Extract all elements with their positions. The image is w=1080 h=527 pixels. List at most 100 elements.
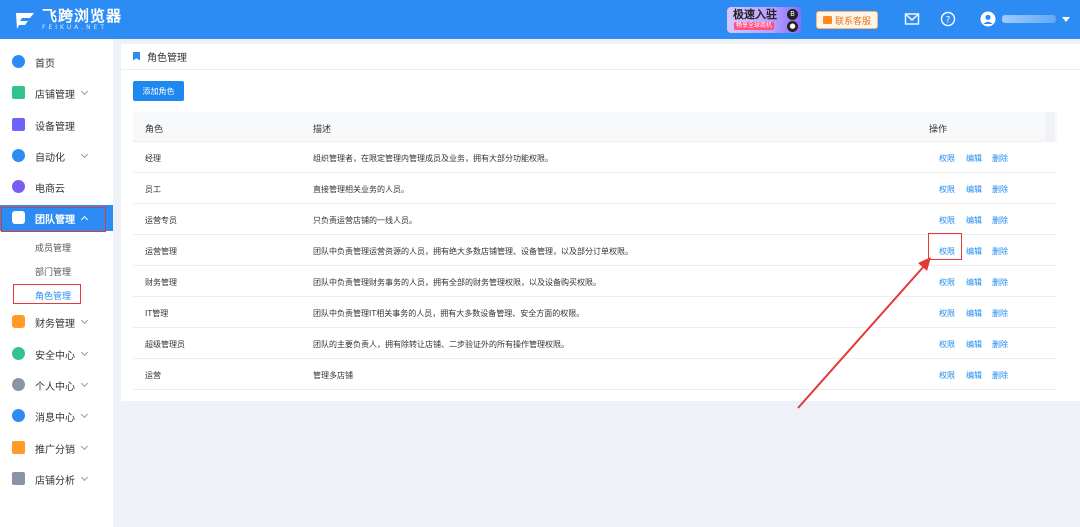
sidebar-item-ecommerce-cloud[interactable]: 电商云 [0, 174, 113, 200]
role-name: 运营 [145, 371, 161, 380]
role-name: 财务管理 [145, 278, 177, 287]
divider [121, 69, 1080, 70]
sidebar-item-device[interactable]: 设备管理 [0, 112, 113, 138]
chevron-down-icon [80, 150, 89, 159]
table-scrollbar-gutter [1045, 112, 1055, 142]
sidebar: 首页 店铺管理 设备管理 自动化 电商云 团队管理 成员管理 部门管理 角色管理… [0, 39, 113, 527]
table-row: 经理 组织管理者，在限定管理内管理成员及业务，拥有大部分功能权限。 权限 编辑 … [133, 142, 1057, 173]
delete-link[interactable]: 删除 [992, 370, 1008, 381]
robot-icon [12, 149, 25, 162]
role-name: 员工 [145, 185, 161, 194]
finance-icon [12, 315, 25, 328]
store-icon [12, 86, 25, 99]
edit-link[interactable]: 编辑 [966, 184, 982, 195]
permissions-link[interactable]: 权限 [939, 215, 955, 226]
permissions-link[interactable]: 权限 [939, 339, 955, 350]
bookmark-icon [133, 51, 140, 61]
role-description: 团队中负责管理财务事务的人员，拥有全部的财务管理权限，以及设备购买权限。 [313, 278, 601, 287]
delete-link[interactable]: 删除 [992, 277, 1008, 288]
sidebar-subitem-members[interactable]: 成员管理 [0, 236, 113, 258]
table-row: 超级管理员 团队的主要负责人，拥有除转让店铺、二步验证外的所有操作管理权限。 权… [133, 328, 1057, 359]
permissions-link[interactable]: 权限 [939, 370, 955, 381]
sidebar-item-security[interactable]: 安全中心 [0, 341, 113, 367]
sidebar-subitem-label: 角色管理 [35, 292, 72, 302]
permissions-link[interactable]: 权限 [939, 277, 955, 288]
role-description: 团队中负责管理运营资源的人员，拥有绝大多数店铺管理、设备管理，以及部分订单权限。 [313, 247, 633, 256]
edit-link[interactable]: 编辑 [966, 277, 982, 288]
sidebar-item-finance[interactable]: 财务管理 [0, 309, 113, 335]
edit-link[interactable]: 编辑 [966, 370, 982, 381]
sidebar-item-promotion[interactable]: 推广分销 [0, 435, 113, 461]
permissions-link[interactable]: 权限 [939, 308, 955, 319]
delete-link[interactable]: 删除 [992, 184, 1008, 195]
permissions-link[interactable]: 权限 [939, 246, 955, 257]
promo-title: 极速入驻 [733, 8, 777, 21]
promo-banner[interactable]: 极速入驻 畅享全球商机 B ● [727, 7, 801, 33]
permissions-link[interactable]: 权限 [939, 153, 955, 164]
edit-link[interactable]: 编辑 [966, 308, 982, 319]
delete-link[interactable]: 删除 [992, 339, 1008, 350]
home-icon [12, 55, 25, 68]
mail-icon[interactable] [904, 11, 922, 29]
table-row: 财务管理 团队中负责管理财务事务的人员，拥有全部的财务管理权限，以及设备购买权限… [133, 266, 1057, 297]
column-header-description: 描述 [313, 125, 332, 135]
platform-icon: B [787, 9, 798, 20]
delete-link[interactable]: 删除 [992, 246, 1008, 257]
chevron-down-icon [80, 379, 89, 388]
role-description: 只负责运营店铺的一线人员。 [313, 216, 417, 225]
sidebar-item-label: 安全中心 [35, 350, 75, 362]
sidebar-item-label: 推广分销 [35, 444, 75, 456]
role-name: 运营专员 [145, 216, 177, 225]
sidebar-item-automation[interactable]: 自动化 [0, 143, 113, 169]
delete-link[interactable]: 删除 [992, 215, 1008, 226]
sidebar-subitem-roles[interactable]: 角色管理 [0, 284, 113, 306]
sidebar-subitem-departments[interactable]: 部门管理 [0, 260, 113, 282]
edit-link[interactable]: 编辑 [966, 215, 982, 226]
sidebar-item-label: 自动化 [35, 152, 65, 164]
edit-link[interactable]: 编辑 [966, 339, 982, 350]
role-description: 直接管理相关业务的人员。 [313, 185, 409, 194]
chevron-down-icon [80, 348, 89, 357]
sidebar-item-team[interactable]: 团队管理 [0, 205, 113, 231]
table-row: IT管理 团队中负责管理IT相关事务的人员，拥有大多数设备管理、安全方面的权限。… [133, 297, 1057, 328]
logo-title: 飞跨浏览器 [42, 6, 123, 25]
table-row: 运营专员 只负责运营店铺的一线人员。 权限 编辑 删除 [133, 204, 1057, 235]
sidebar-item-personal[interactable]: 个人中心 [0, 372, 113, 398]
column-header-actions: 操作 [929, 125, 948, 135]
sidebar-subitem-label: 部门管理 [35, 268, 72, 278]
sidebar-item-messages[interactable]: 消息中心 [0, 403, 113, 429]
role-description: 组织管理者，在限定管理内管理成员及业务，拥有大部分功能权限。 [313, 154, 553, 163]
role-name: IT管理 [145, 309, 169, 318]
shield-icon [12, 347, 25, 360]
add-role-button[interactable]: 添加角色 [133, 81, 184, 101]
table-row: 运营 管理多店铺 权限 编辑 删除 [133, 359, 1057, 390]
chevron-down-icon [80, 473, 89, 482]
chat-icon [822, 16, 832, 24]
contact-service-button[interactable]: 联系客服 [816, 11, 878, 29]
analysis-icon [12, 472, 25, 485]
delete-link[interactable]: 删除 [992, 308, 1008, 319]
table-row: 运营管理 团队中负责管理运营资源的人员，拥有绝大多数店铺管理、设备管理，以及部分… [133, 235, 1057, 266]
help-icon[interactable]: ? [940, 11, 958, 29]
megaphone-icon [12, 441, 25, 454]
delete-link[interactable]: 删除 [992, 153, 1008, 164]
promo-subtitle: 畅享全球商机 [734, 22, 775, 30]
chevron-down-icon [80, 87, 89, 96]
sidebar-item-store[interactable]: 店铺管理 [0, 80, 113, 106]
sidebar-item-label: 消息中心 [35, 412, 75, 424]
logo-subtitle: FEIKUA.NET [42, 23, 108, 31]
sidebar-item-store-analysis[interactable]: 店铺分析 [0, 466, 113, 492]
permissions-link[interactable]: 权限 [939, 184, 955, 195]
role-description: 管理多店铺 [313, 371, 353, 380]
user-menu[interactable] [980, 11, 1070, 27]
edit-link[interactable]: 编辑 [966, 246, 982, 257]
role-name: 经理 [145, 154, 161, 163]
svg-text:?: ? [946, 16, 951, 26]
edit-link[interactable]: 编辑 [966, 153, 982, 164]
app-logo[interactable]: 飞跨浏览器 FEIKUA.NET [14, 8, 122, 32]
column-header-role: 角色 [145, 125, 164, 135]
sidebar-item-home[interactable]: 首页 [0, 49, 113, 75]
sidebar-item-label: 设备管理 [35, 121, 75, 133]
role-name: 运营管理 [145, 247, 177, 256]
chevron-up-icon [80, 215, 89, 224]
